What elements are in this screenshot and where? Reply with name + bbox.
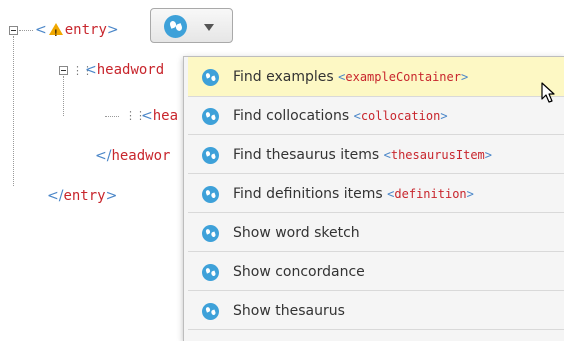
tree-connector: [105, 116, 119, 117]
mouse-cursor-icon: [541, 82, 555, 103]
chevron-down-icon: [204, 24, 214, 31]
sketch-engine-logo-icon: [202, 108, 219, 125]
menu-item-show-thesaurus[interactable]: Show thesaurus: [188, 292, 564, 330]
actions-menu: Find examples <exampleContainer> Find co…: [183, 56, 564, 341]
menu-item-show-concordance[interactable]: Show concordance: [188, 253, 564, 291]
sketch-engine-logo-icon: [202, 147, 219, 164]
tree-connector: [13, 36, 14, 186]
menu-item-find-definitions[interactable]: Find definitions items <definition>: [188, 175, 564, 213]
menu-item-find-thesaurus-items[interactable]: Find thesaurus items <thesaurusItem>: [188, 136, 564, 174]
sketch-engine-logo-icon: [202, 303, 219, 320]
sketch-engine-logo-icon: [202, 264, 219, 281]
menu-item-find-collocations[interactable]: Find collocations <collocation>: [188, 97, 564, 135]
sketch-engine-logo-icon: [202, 225, 219, 242]
collapse-icon[interactable]: [59, 66, 68, 75]
sketch-engine-logo-icon: [202, 186, 219, 203]
warning-icon: [48, 23, 63, 44]
child-open-tag[interactable]: <hea: [141, 106, 178, 126]
menu-item-show-word-sketch[interactable]: Show word sketch: [188, 214, 564, 252]
tree-connector: [19, 30, 33, 31]
sketch-engine-logo-icon: [202, 69, 219, 86]
sketch-engine-menu-button[interactable]: [150, 8, 233, 43]
entry-close-tag[interactable]: </entry>: [47, 186, 117, 206]
headword-open-tag[interactable]: <headword: [85, 60, 164, 80]
collapse-icon[interactable]: [9, 26, 18, 35]
entry-open-tag[interactable]: <entry>: [35, 20, 119, 44]
sketch-engine-logo-icon: [164, 15, 187, 38]
menu-item-find-examples[interactable]: Find examples <exampleContainer>: [188, 57, 564, 97]
headword-close-tag[interactable]: </headwor: [95, 146, 170, 166]
tree-connector: [63, 76, 64, 116]
